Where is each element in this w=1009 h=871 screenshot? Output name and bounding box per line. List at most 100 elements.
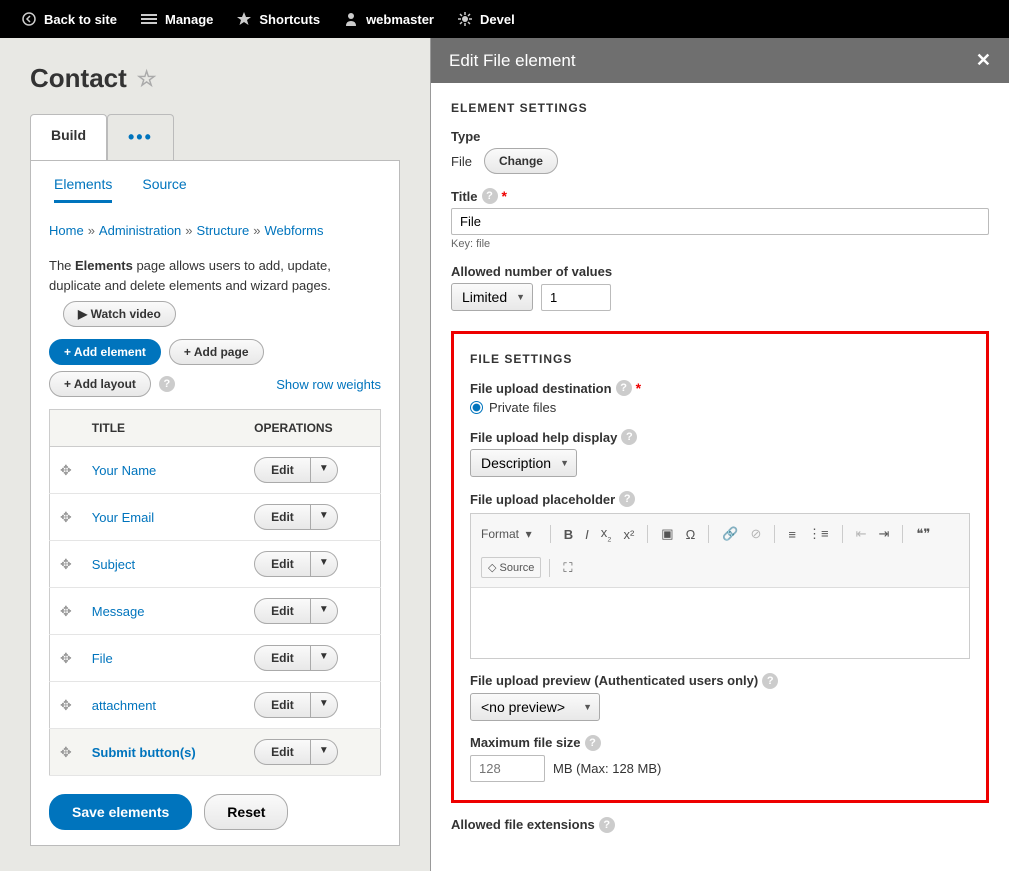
upload-placeholder-label: File upload placeholder [470, 492, 615, 507]
col-operations: OPERATIONS [244, 410, 380, 447]
manage-link[interactable]: Manage [129, 0, 225, 38]
operations-dropdown[interactable]: ▼ [311, 551, 338, 577]
element-link[interactable]: Message [92, 604, 145, 619]
add-element-button[interactable]: + Add element [49, 339, 161, 365]
numbered-list-icon[interactable]: ≡ [783, 524, 801, 545]
save-elements-button[interactable]: Save elements [49, 794, 192, 830]
edit-button[interactable]: Edit [254, 598, 311, 624]
edit-button[interactable]: Edit [254, 739, 311, 765]
blockquote-icon[interactable]: ❝❞ [911, 523, 935, 545]
outdent-icon[interactable]: ⇤ [851, 523, 872, 545]
italic-icon[interactable]: I [580, 524, 594, 545]
key-hint: Key: file [451, 238, 989, 250]
operations-dropdown[interactable]: ▼ [311, 457, 338, 483]
allowed-values-number[interactable] [541, 284, 611, 311]
tab-more-options[interactable]: ••• [107, 114, 174, 160]
help-icon[interactable]: ? [159, 376, 175, 392]
title-input[interactable] [451, 208, 989, 235]
show-row-weights-link[interactable]: Show row weights [276, 377, 381, 392]
breadcrumb-admin[interactable]: Administration [99, 223, 181, 238]
edit-button[interactable]: Edit [254, 504, 311, 530]
subscript-icon[interactable]: x₂ [596, 522, 617, 547]
shortcuts-link[interactable]: Shortcuts [225, 0, 332, 38]
help-icon[interactable]: ? [619, 491, 635, 507]
table-row: ✥ Your Name Edit▼ [50, 447, 381, 494]
tab-build[interactable]: Build [30, 114, 107, 160]
help-icon[interactable]: ? [599, 817, 615, 833]
subtab-elements[interactable]: Elements [54, 176, 112, 203]
breadcrumb: Home»Administration»Structure»Webforms [49, 223, 381, 238]
drag-handle-icon[interactable]: ✥ [60, 697, 72, 713]
panel-header: Edit File element ✕ [431, 38, 1009, 83]
image-icon[interactable]: ▣ [656, 523, 678, 545]
operations-dropdown[interactable]: ▼ [311, 504, 338, 530]
star-icon[interactable]: ☆ [137, 66, 157, 92]
unlink-icon[interactable]: ⊘ [746, 523, 767, 545]
element-link[interactable]: Your Name [92, 463, 157, 478]
drag-handle-icon[interactable]: ✥ [60, 556, 72, 572]
drag-handle-icon[interactable]: ✥ [60, 509, 72, 525]
preview-select[interactable]: <no preview> [470, 693, 600, 721]
element-link[interactable]: attachment [92, 698, 156, 713]
source-button[interactable]: ◇ Source [481, 557, 541, 578]
drag-handle-icon[interactable]: ✥ [60, 650, 72, 666]
superscript-icon[interactable]: x² [618, 524, 639, 545]
edit-button[interactable]: Edit [254, 457, 311, 483]
allowed-values-label: Allowed number of values [451, 264, 989, 279]
element-link[interactable]: Subject [92, 557, 135, 572]
rte-content-area[interactable] [471, 588, 969, 658]
operations-dropdown[interactable]: ▼ [311, 645, 338, 671]
edit-button[interactable]: Edit [254, 551, 311, 577]
omega-icon[interactable]: Ω [681, 524, 701, 545]
bold-icon[interactable]: B [559, 524, 578, 545]
help-icon[interactable]: ? [762, 673, 778, 689]
devel-link[interactable]: Devel [446, 0, 527, 38]
extensions-label: Allowed file extensions [451, 817, 595, 832]
back-to-site-link[interactable]: Back to site [10, 0, 129, 38]
drag-handle-icon[interactable]: ✥ [60, 462, 72, 478]
indent-icon[interactable]: ⇥ [874, 523, 895, 545]
help-display-select[interactable]: Description [470, 449, 577, 477]
allowed-values-select[interactable]: Limited [451, 283, 533, 311]
help-icon[interactable]: ? [585, 735, 601, 751]
change-type-button[interactable]: Change [484, 148, 558, 174]
help-icon[interactable]: ? [621, 429, 637, 445]
add-page-button[interactable]: + Add page [169, 339, 264, 365]
user-link[interactable]: webmaster [332, 0, 446, 38]
table-row: ✥ attachment Edit▼ [50, 682, 381, 729]
drag-handle-icon[interactable]: ✥ [60, 603, 72, 619]
edit-button[interactable]: Edit [254, 692, 311, 718]
private-files-radio[interactable] [470, 401, 483, 414]
breadcrumb-home[interactable]: Home [49, 223, 84, 238]
webform-elements-page: Contact ☆ Build ••• Elements Source Home… [0, 38, 430, 871]
element-link[interactable]: Your Email [92, 510, 154, 525]
max-size-input[interactable] [470, 755, 545, 782]
table-row: ✥ Submit button(s) Edit▼ [50, 729, 381, 776]
add-layout-button[interactable]: + Add layout [49, 371, 151, 397]
help-icon[interactable]: ? [482, 188, 498, 204]
element-link[interactable]: Submit button(s) [92, 745, 196, 760]
operations-dropdown[interactable]: ▼ [311, 692, 338, 718]
element-settings-heading: ELEMENT SETTINGS [451, 101, 989, 115]
max-size-suffix: MB (Max: 128 MB) [553, 761, 661, 776]
watch-video-button[interactable]: ▶ Watch video [63, 301, 176, 327]
reset-button[interactable]: Reset [204, 794, 288, 830]
link-icon[interactable]: 🔗 [717, 523, 743, 545]
title-label: Title [451, 189, 478, 204]
rich-text-editor: Format ▾ B I x₂ x² ▣ Ω 🔗 ⊘ [470, 513, 970, 659]
breadcrumb-structure[interactable]: Structure [197, 223, 250, 238]
help-icon[interactable]: ? [616, 380, 632, 396]
rte-format-dropdown[interactable]: Format ▾ [481, 527, 542, 541]
maximize-icon[interactable]: ⛶ [558, 557, 577, 579]
drag-handle-icon[interactable]: ✥ [60, 744, 72, 760]
operations-dropdown[interactable]: ▼ [311, 739, 338, 765]
breadcrumb-webforms[interactable]: Webforms [265, 223, 324, 238]
element-link[interactable]: File [92, 651, 113, 666]
help-text: The Elements page allows users to add, u… [49, 256, 381, 295]
edit-button[interactable]: Edit [254, 645, 311, 671]
bullet-list-icon[interactable]: ⋮≡ [803, 523, 834, 545]
close-icon[interactable]: ✕ [976, 50, 991, 71]
operations-dropdown[interactable]: ▼ [311, 598, 338, 624]
subtab-source[interactable]: Source [142, 176, 186, 203]
help-display-label: File upload help display [470, 430, 617, 445]
